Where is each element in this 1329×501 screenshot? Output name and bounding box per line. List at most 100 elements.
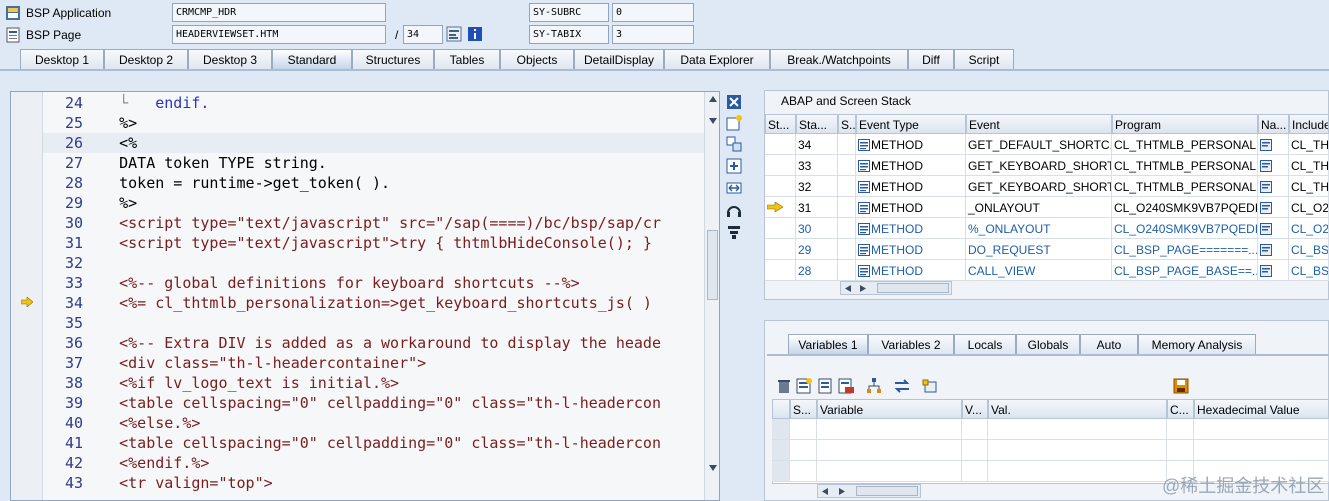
insert-row-icon[interactable] [795,377,813,395]
col-status[interactable]: St... [765,114,796,134]
var-v-cell[interactable] [962,440,988,461]
row-selector[interactable] [772,461,790,482]
hierarchy-icon[interactable] [865,377,883,395]
var-value-cell[interactable] [988,419,1167,440]
navigate-icon[interactable] [1260,160,1272,172]
tab-variables-2[interactable]: Variables 2 [868,334,954,354]
scroll-down-icon[interactable] [708,117,718,125]
close-icon[interactable] [725,93,743,111]
var-v-cell[interactable] [962,419,988,440]
var-value-cell[interactable] [988,461,1167,482]
row-selector[interactable] [772,419,790,440]
bsp-page-field[interactable]: HEADERVIEWSET.HTM [172,25,386,44]
tab-globals[interactable]: Globals [1016,334,1080,354]
stack-horizontal-scrollbar[interactable] [840,281,952,295]
stack-nav-cell[interactable] [1258,134,1289,155]
scroll-right-icon[interactable] [859,284,867,293]
col-event[interactable]: Event [966,114,1112,134]
paste-rows-icon[interactable] [837,377,855,395]
sy-subrc-field[interactable]: 0 [612,3,694,22]
tools-icon[interactable] [725,223,743,241]
stack-nav-cell[interactable] [1258,218,1289,239]
editor-scroll-thumb[interactable] [707,230,718,300]
scroll-left-icon[interactable] [821,487,829,496]
scroll-left-icon[interactable] [844,284,852,293]
stack-nav-cell[interactable] [1258,197,1289,218]
tab-variables-1[interactable]: Variables 1 [788,334,868,354]
copy-rows-icon[interactable] [817,377,835,395]
scroll-down-end-icon[interactable] [708,464,718,472]
var-s-cell[interactable] [790,461,817,482]
var-c-cell[interactable] [1167,440,1194,461]
page-count-field[interactable]: 34 [403,25,443,44]
var-name-cell[interactable] [817,419,962,440]
tab-structures[interactable]: Structures [352,49,434,69]
editor-gutter[interactable] [11,92,43,500]
stack-nav-cell[interactable] [1258,176,1289,197]
variables-horizontal-scrollbar[interactable] [817,484,921,498]
var-v-cell[interactable] [962,461,988,482]
variables-scroll-thumb[interactable] [856,486,918,496]
col-s[interactable]: S... [838,114,856,134]
row-selector[interactable] [772,440,790,461]
col-stack-level[interactable]: Sta... [796,114,838,134]
tab-detaildisplay[interactable]: DetailDisplay [574,49,664,69]
navigate-icon[interactable] [1260,223,1272,235]
stack-nav-cell[interactable] [1258,260,1289,281]
var-hex-cell[interactable] [1194,419,1329,440]
stack-nav-cell[interactable] [1258,239,1289,260]
source-code-editor[interactable]: 24 └ endif. 25 %> 26 <% 27 DATA token TY… [10,91,720,501]
tab-objects[interactable]: Objects [500,49,574,69]
var-col-hex[interactable]: Hexadecimal Value [1194,399,1329,419]
var-col-v[interactable]: V... [962,399,988,419]
tab-auto[interactable]: Auto [1080,334,1138,354]
navigate-icon[interactable] [1260,202,1272,214]
var-s-cell[interactable] [790,419,817,440]
editor-vertical-scrollbar[interactable] [704,92,719,500]
var-name-cell[interactable] [817,461,962,482]
tab-memory-analysis[interactable]: Memory Analysis [1138,334,1256,354]
var-s-cell[interactable] [790,440,817,461]
swap-icon[interactable] [725,179,743,197]
delete-icon[interactable] [775,377,793,395]
navigate-icon[interactable] [1260,181,1272,193]
replace-tool-icon[interactable] [725,135,743,153]
col-program[interactable]: Program [1112,114,1258,134]
tab-data-explorer[interactable]: Data Explorer [664,49,770,69]
code-area[interactable]: 24 └ endif. 25 %> 26 <% 27 DATA token TY… [43,92,704,500]
var-name-cell[interactable] [817,440,962,461]
tab-break-watchpoints[interactable]: Break./Watchpoints [770,49,908,69]
tab-script[interactable]: Script [954,49,1014,69]
var-col-value[interactable]: Val. [988,399,1167,419]
bsp-application-field[interactable]: CRMCMP_HDR [172,3,386,22]
display-source-icon[interactable] [446,26,462,42]
sy-tabix-field[interactable]: 3 [612,25,694,44]
var-col-change[interactable]: C... [1167,399,1194,419]
services-icon[interactable] [725,201,743,219]
col-event-type[interactable]: Event Type [856,114,966,134]
scroll-right-icon[interactable] [838,487,846,496]
col-navigation[interactable]: Na... [1258,114,1289,134]
var-c-cell[interactable] [1167,419,1194,440]
info-icon[interactable] [467,26,483,42]
save-icon[interactable] [1172,377,1190,395]
tab-standard[interactable]: Standard [272,49,352,69]
var-col-select[interactable] [772,399,790,419]
maximize-icon[interactable] [725,157,743,175]
navigate-icon[interactable] [1260,139,1272,151]
stack-nav-cell[interactable] [1258,155,1289,176]
var-col-variable[interactable]: Variable [817,399,962,419]
navigate-icon[interactable] [1260,265,1272,277]
transfer-icon[interactable] [893,377,911,395]
tab-desktop-1[interactable]: Desktop 1 [20,49,104,69]
var-value-cell[interactable] [988,440,1167,461]
stack-scroll-thumb[interactable] [877,283,949,293]
tab-desktop-3[interactable]: Desktop 3 [188,49,272,69]
scroll-up-icon[interactable] [708,95,718,103]
navigate-icon[interactable] [1260,244,1272,256]
col-include[interactable]: Include [1289,114,1329,134]
tab-tables[interactable]: Tables [434,49,500,69]
tag-icon[interactable] [921,377,939,395]
var-hex-cell[interactable] [1194,440,1329,461]
tab-locals[interactable]: Locals [954,334,1016,354]
